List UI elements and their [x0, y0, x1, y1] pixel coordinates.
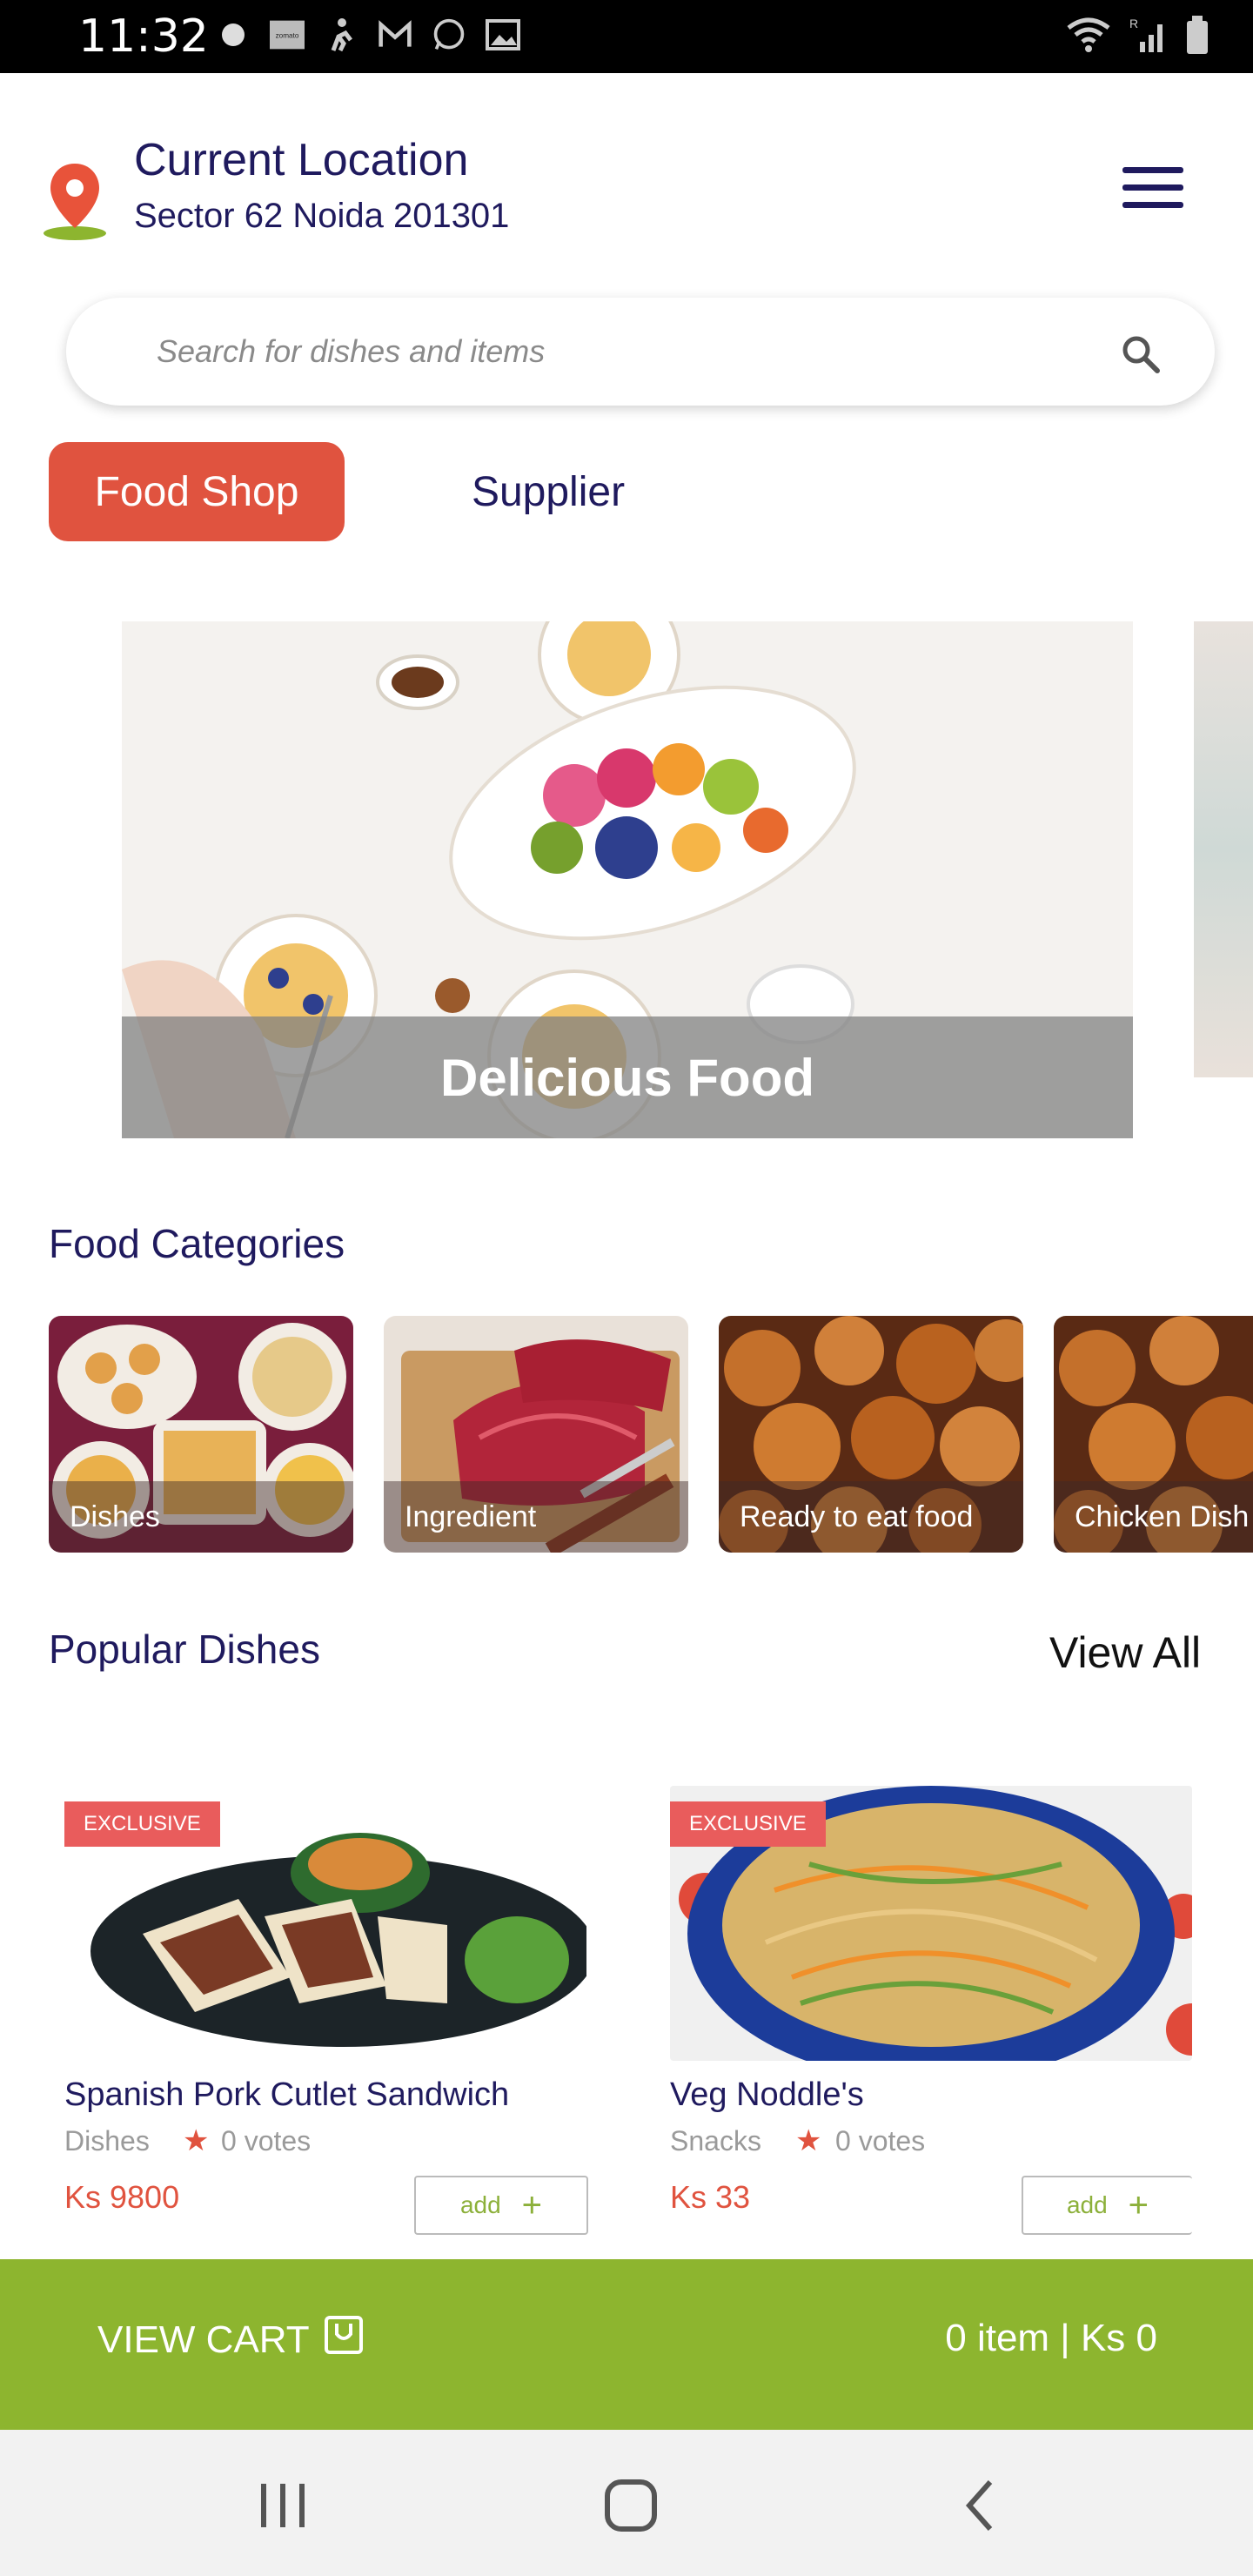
- dish-name[interactable]: Veg Noddle's: [670, 2076, 864, 2114]
- category-chicken-dish[interactable]: Chicken Dish: [1054, 1316, 1253, 1553]
- battery-icon: [1185, 16, 1209, 58]
- location-pin-icon[interactable]: [40, 157, 110, 244]
- notification-icons: zomato: [216, 17, 520, 52]
- dish-price: Ks 33: [670, 2179, 751, 2215]
- svg-text:R: R: [1129, 17, 1138, 30]
- system-nav-bar: [0, 2430, 1253, 2576]
- banner-caption: Delicious Food: [122, 1016, 1133, 1138]
- home-icon[interactable]: [600, 2475, 661, 2536]
- star-icon: ★: [183, 2124, 210, 2157]
- system-icons: R: [1065, 16, 1209, 58]
- location-address[interactable]: Sector 62 Noida 201301: [134, 197, 509, 236]
- dish-category: Snacks: [670, 2125, 761, 2157]
- svg-text:zomato: zomato: [276, 32, 299, 40]
- back-icon[interactable]: [952, 2475, 1013, 2536]
- plus-icon: +: [521, 2185, 543, 2224]
- location-title[interactable]: Current Location: [134, 134, 468, 186]
- add-label: add: [459, 2191, 501, 2218]
- search-icon[interactable]: [1121, 334, 1161, 374]
- gmail-icon: [378, 17, 412, 52]
- tab-supplier[interactable]: Supplier: [409, 442, 687, 541]
- hamburger-menu-icon[interactable]: [1122, 167, 1183, 216]
- whatsapp-icon: [432, 17, 466, 52]
- dish-votes: 0 votes: [221, 2125, 312, 2157]
- dish-votes: 0 votes: [835, 2125, 926, 2157]
- search-bar: [66, 298, 1215, 406]
- brand-icon: [216, 17, 251, 52]
- status-time: 11:32: [78, 10, 209, 63]
- plus-icon: +: [1128, 2185, 1149, 2224]
- tab-food-shop[interactable]: Food Shop: [49, 442, 345, 541]
- view-cart-bar[interactable]: VIEW CART 0 item | Ks 0: [0, 2259, 1253, 2430]
- popular-dishes-title: Popular Dishes: [49, 1627, 320, 1672]
- category-label: Chicken Dish: [1054, 1481, 1253, 1553]
- banner-slide[interactable]: Delicious Food: [122, 621, 1133, 1138]
- food-categories-title: Food Categories: [49, 1221, 345, 1266]
- dish-price: Ks 9800: [64, 2179, 180, 2215]
- cart-summary: 0 item | Ks 0: [945, 2317, 1157, 2359]
- view-cart-label[interactable]: VIEW CART: [97, 2318, 310, 2362]
- location-header: Current Location Sector 62 Noida 201301: [0, 73, 1253, 291]
- recent-apps-icon[interactable]: [252, 2475, 313, 2536]
- view-all-link[interactable]: View All: [1049, 1627, 1201, 1678]
- dish-card[interactable]: EXCLUSIVE Veg Noddle's Snacks ★ 0 votes …: [670, 1786, 1192, 2256]
- banner-next-slide[interactable]: [1194, 621, 1253, 1077]
- status-bar: 11:32 zomato R: [0, 0, 1253, 73]
- gallery-icon: [486, 17, 520, 52]
- star-icon: ★: [795, 2124, 822, 2157]
- add-label: add: [1066, 2191, 1108, 2218]
- dish-category: Dishes: [64, 2125, 150, 2157]
- wifi-icon: [1065, 16, 1112, 58]
- category-ingredient[interactable]: Ingredient: [384, 1316, 688, 1553]
- category-ready-to-eat-food[interactable]: Ready to eat food: [719, 1316, 1023, 1553]
- category-label: Ready to eat food: [719, 1481, 1023, 1553]
- runner-icon: [324, 17, 358, 52]
- shopping-bag-icon: [324, 2315, 364, 2355]
- signal-icon: R: [1128, 16, 1169, 58]
- add-button[interactable]: add +: [414, 2176, 588, 2235]
- category-label: Dishes: [49, 1481, 353, 1553]
- dish-card[interactable]: EXCLUSIVE Spanish Pork Cutlet Sandwich D…: [64, 1786, 588, 2256]
- search-input[interactable]: [157, 327, 1027, 376]
- exclusive-badge: EXCLUSIVE: [64, 1801, 220, 1847]
- category-label: Ingredient: [384, 1481, 688, 1553]
- dish-name[interactable]: Spanish Pork Cutlet Sandwich: [64, 2076, 509, 2114]
- category-dishes[interactable]: Dishes: [49, 1316, 353, 1553]
- exclusive-badge: EXCLUSIVE: [670, 1801, 826, 1847]
- zomato-icon: zomato: [270, 17, 305, 52]
- add-button[interactable]: add +: [1022, 2176, 1192, 2235]
